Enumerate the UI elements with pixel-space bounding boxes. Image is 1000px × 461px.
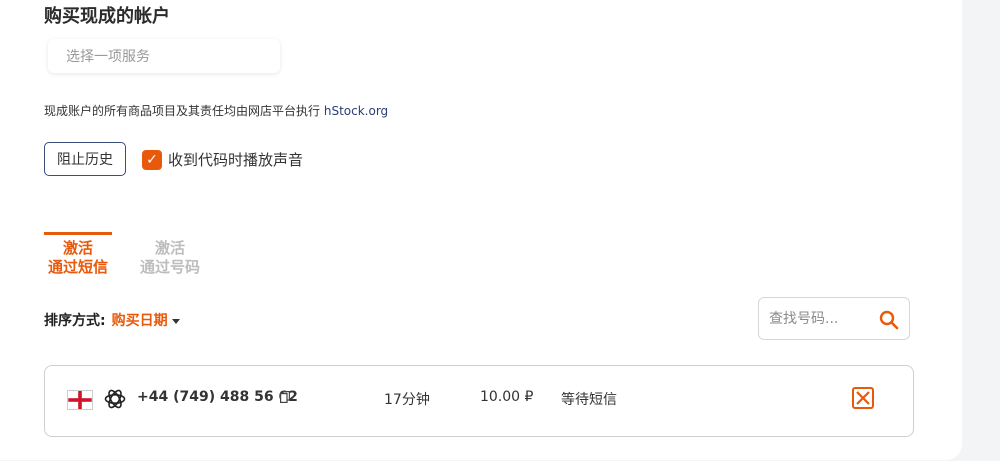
tab-sms-line1: 激活	[62, 239, 93, 257]
openai-icon	[104, 389, 126, 409]
order-status: 等待短信	[561, 392, 617, 408]
search-icon[interactable]	[879, 310, 899, 330]
tab-activation-sms[interactable]: 激活 通过短信	[44, 232, 112, 277]
hstock-link[interactable]: hStock.org	[324, 104, 388, 118]
sort-control: 排序方式: 购买日期	[44, 310, 180, 330]
tab-number-line2: 通过号码	[139, 258, 200, 276]
tab-number-line1: 激活	[154, 239, 185, 257]
phone-number: +44 (749) 488 56 62	[137, 389, 298, 405]
sound-checkbox-label: 收到代码时播放声音	[168, 151, 304, 169]
block-history-button[interactable]: 阻止历史	[44, 142, 126, 176]
tab-sms-line2: 通过短信	[47, 258, 108, 276]
order-time: 17分钟	[384, 392, 430, 408]
notice-text: 现成账户的所有商品项目及其责任均由网店平台执行 hStock.org	[44, 102, 388, 119]
tab-activation-number[interactable]: 激活 通过号码	[136, 232, 204, 277]
service-select-placeholder: 选择一项服务	[66, 49, 150, 65]
sort-value: 购买日期	[111, 313, 168, 329]
sort-dropdown[interactable]: 购买日期	[112, 310, 180, 330]
notice-body: 现成账户的所有商品项目及其责任均由网店平台执行	[44, 104, 321, 118]
cancel-order-icon[interactable]	[852, 387, 874, 409]
sound-checkbox-row[interactable]: ✓ 收到代码时播放声音	[142, 149, 303, 170]
chevron-down-icon	[171, 318, 180, 324]
main-panel: 购买现成的帐户 选择一项服务 现成账户的所有商品项目及其责任均由网店平台执行 h…	[0, 0, 962, 460]
copy-icon[interactable]	[280, 391, 290, 403]
order-price: 10.00 ₽	[480, 389, 534, 405]
page-title: 购买现成的帐户	[44, 6, 170, 27]
service-select[interactable]: 选择一项服务	[48, 39, 280, 73]
sort-label: 排序方式:	[44, 313, 106, 329]
search-input[interactable]	[767, 309, 881, 328]
england-flag-icon	[67, 390, 93, 410]
sound-checkbox[interactable]: ✓	[142, 149, 162, 170]
order-row: +44 (749) 488 56 62 17分钟 10.00 ₽ 等待短信	[44, 365, 914, 437]
number-search	[758, 297, 910, 340]
